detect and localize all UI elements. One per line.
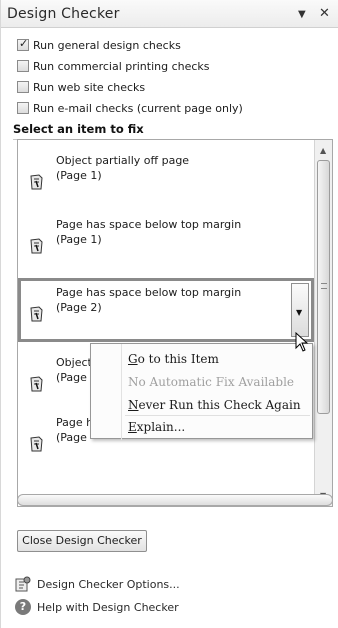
scroll-up-icon[interactable]: ▲ bbox=[320, 146, 326, 155]
checkbox-commercial-printing[interactable] bbox=[17, 60, 29, 72]
list-item[interactable]: Object partially off page (Page 1) bbox=[18, 146, 314, 210]
scroll-thumb[interactable] bbox=[317, 160, 330, 414]
page-warning-icon bbox=[30, 306, 43, 322]
design-checker-pane: Design Checker ▼ ✕ Run general design ch… bbox=[0, 0, 338, 628]
item-dropdown-button[interactable]: ▼ bbox=[291, 283, 309, 337]
check-general-design[interactable]: Run general design checks bbox=[17, 37, 181, 53]
menu-item-go-to-item[interactable]: Go to this Item bbox=[128, 352, 219, 366]
page-warning-icon bbox=[30, 174, 43, 190]
pane-menu-dropdown-icon[interactable]: ▼ bbox=[298, 9, 306, 20]
grip-icon bbox=[321, 283, 327, 289]
page-warning-icon bbox=[30, 436, 43, 452]
list-item[interactable]: Page has space below top margin (Page 1) bbox=[18, 210, 314, 274]
menu-gutter-divider bbox=[121, 344, 122, 440]
checkbox-label: Run general design checks bbox=[33, 38, 181, 52]
menu-item-no-automatic-fix: No Automatic Fix Available bbox=[128, 375, 295, 389]
page-warning-icon bbox=[30, 376, 43, 392]
checkbox-label: Run e-mail checks (current page only) bbox=[33, 101, 243, 115]
menu-item-explain[interactable]: Explain... bbox=[128, 420, 185, 434]
item-title: Page has space below top margin bbox=[56, 218, 242, 231]
list-item-selected[interactable]: Page has space below top margin (Page 2)… bbox=[18, 278, 314, 342]
close-pane-icon[interactable]: ✕ bbox=[319, 6, 330, 21]
checkbox-general-design[interactable] bbox=[17, 37, 29, 51]
item-title: Page h bbox=[56, 416, 94, 429]
menu-item-never-run-check[interactable]: Never Run this Check Again bbox=[128, 398, 301, 412]
help-icon: ? bbox=[15, 599, 31, 615]
item-title: Page has space below top margin bbox=[56, 286, 242, 299]
menu-separator bbox=[125, 415, 310, 416]
link-label: Design Checker Options... bbox=[37, 577, 180, 591]
item-page: (Page 2) bbox=[56, 301, 102, 314]
item-title: Object partially off page bbox=[56, 154, 190, 167]
checkbox-label: Run web site checks bbox=[33, 80, 146, 94]
item-page: (Page 1) bbox=[56, 169, 102, 182]
chevron-down-icon: ▼ bbox=[296, 308, 303, 317]
options-icon bbox=[15, 576, 31, 592]
check-email[interactable]: Run e-mail checks (current page only) bbox=[17, 100, 243, 116]
pane-title-bar: Design Checker ▼ ✕ bbox=[1, 0, 338, 28]
checkbox-label: Run commercial printing checks bbox=[33, 59, 210, 73]
close-design-checker-button[interactable]: Close Design Checker bbox=[17, 530, 147, 552]
issues-list[interactable]: Object partially off page (Page 1) Page … bbox=[17, 139, 333, 507]
checkbox-email[interactable] bbox=[17, 102, 29, 114]
list-vertical-scrollbar[interactable]: ▲ ▼ bbox=[314, 140, 332, 506]
pane-title: Design Checker bbox=[7, 6, 120, 22]
item-page: (Page bbox=[56, 431, 87, 444]
item-page: (Page 1) bbox=[56, 233, 102, 246]
item-page: (Page bbox=[56, 371, 87, 384]
check-commercial-printing[interactable]: Run commercial printing checks bbox=[17, 58, 210, 74]
item-title: Object bbox=[56, 356, 92, 369]
link-label: Help with Design Checker bbox=[37, 600, 179, 614]
list-heading: Select an item to fix bbox=[13, 122, 333, 140]
list-horizontal-scrollbar[interactable] bbox=[17, 494, 333, 506]
item-context-menu: Go to this Item No Automatic Fix Availab… bbox=[90, 343, 313, 440]
help-with-design-checker-link[interactable]: ? Help with Design Checker bbox=[15, 598, 179, 616]
page-warning-icon bbox=[30, 238, 43, 254]
design-checker-options-link[interactable]: Design Checker Options... bbox=[15, 575, 180, 593]
checkbox-web-site[interactable] bbox=[17, 81, 29, 93]
mouse-pointer-icon bbox=[295, 332, 309, 352]
check-web-site[interactable]: Run web site checks bbox=[17, 79, 145, 95]
